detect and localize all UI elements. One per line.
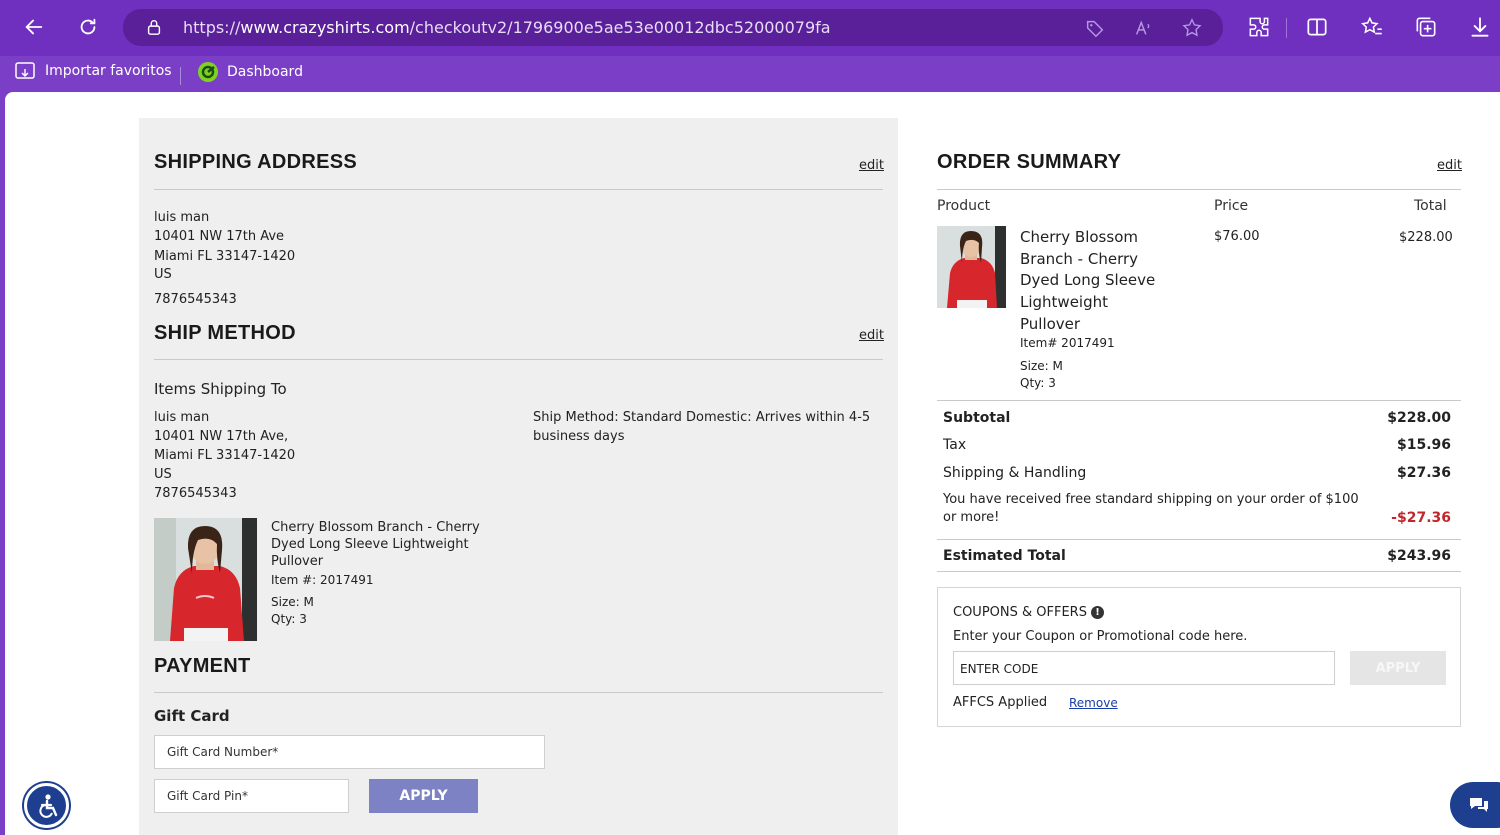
bookmarks-bar: Importar favoritos Dashboard [0, 56, 1500, 92]
gift-card-heading: Gift Card [154, 707, 230, 725]
ship-item-product-image [154, 518, 257, 641]
bookmark-label: Importar favoritos [45, 63, 172, 79]
ship-method-edit-link[interactable]: edit [859, 328, 884, 343]
ship-to-name: luis man [154, 410, 210, 425]
subtotal-value: $228.00 [1387, 410, 1451, 426]
toolbar-divider [1286, 18, 1287, 38]
checkout-details-panel: SHIPPING ADDRESS edit luis man 10401 NW … [139, 118, 898, 835]
summary-product-item-number: Item# 2017491 [1020, 336, 1115, 350]
info-icon[interactable]: ! [1090, 606, 1104, 619]
coupons-panel: COUPONS & OFFERS! Enter your Coupon or P… [937, 587, 1461, 727]
total-column-header: Total [1414, 198, 1447, 214]
divider [154, 189, 883, 190]
chat-button[interactable] [1450, 782, 1500, 828]
summary-product-image [937, 226, 1006, 308]
back-arrow-icon [25, 19, 43, 35]
shipping-address-edit-link[interactable]: edit [859, 158, 884, 173]
ship-item-name-line3: Pullover [271, 554, 324, 569]
gift-card-number-input[interactable]: Gift Card Number* [154, 735, 545, 769]
coupons-instruction: Enter your Coupon or Promotional code he… [953, 629, 1248, 644]
shipping-handling-label: Shipping & Handling [943, 465, 1087, 481]
divider [937, 539, 1461, 540]
page-viewport: SHIPPING ADDRESS edit luis man 10401 NW … [5, 92, 1500, 835]
items-shipping-to-heading: Items Shipping To [154, 380, 287, 398]
bookmark-divider [180, 67, 181, 85]
read-aloud-icon[interactable] [1133, 17, 1155, 39]
product-column-header: Product [937, 198, 991, 214]
url-text[interactable]: https://www.crazyshirts.com/checkoutv2/1… [183, 18, 831, 37]
shipping-name: luis man [154, 210, 210, 225]
ship-method-title: SHIP METHOD [154, 322, 296, 344]
ship-item-qty: Qty: 3 [271, 612, 307, 626]
ship-to-country: US [154, 467, 172, 482]
bookmark-dashboard[interactable]: Dashboard [197, 61, 303, 83]
accessibility-button[interactable] [24, 783, 69, 828]
free-shipping-discount: -$27.36 [1391, 510, 1451, 526]
summary-product-name-line5: Pullover [1020, 315, 1081, 333]
shipping-street: 10401 NW 17th Ave [154, 229, 285, 244]
ship-to-phone: 7876545343 [154, 486, 237, 501]
gift-card-pin-input[interactable]: Gift Card Pin* [154, 779, 349, 813]
refresh-icon [80, 18, 96, 35]
dashboard-logo-icon [198, 62, 218, 82]
divider [154, 692, 883, 693]
ship-method-description-cont: business days [533, 429, 625, 444]
lock-icon[interactable] [145, 18, 163, 36]
remove-coupon-link[interactable]: Remove [1069, 696, 1118, 710]
tag-icon[interactable] [1084, 17, 1106, 39]
accessibility-icon [38, 793, 57, 818]
ship-to-street: 10401 NW 17th Ave, [154, 429, 289, 444]
import-favorites-icon [15, 62, 35, 79]
free-shipping-message: You have received free standard shipping… [943, 492, 1359, 507]
collections-icon[interactable] [1413, 14, 1439, 40]
coupons-title: COUPONS & OFFERS! [953, 603, 1104, 622]
tax-label: Tax [943, 437, 967, 453]
extensions-icon[interactable] [1246, 14, 1272, 40]
coupon-apply-button[interactable]: APPLY [1350, 651, 1446, 685]
price-column-header: Price [1214, 198, 1249, 214]
estimated-total-label: Estimated Total [943, 548, 1066, 564]
subtotal-label: Subtotal [943, 410, 1011, 426]
summary-product-name: Cherry Blossom [1020, 228, 1138, 246]
shipping-city: Miami FL 33147-1420 [154, 249, 296, 264]
summary-product-price: $76.00 [1214, 229, 1260, 244]
address-bar[interactable]: https://www.crazyshirts.com/checkoutv2/1… [123, 9, 1223, 46]
chat-icon [1470, 798, 1488, 812]
divider [937, 189, 1461, 190]
coupons-title-text: COUPONS & OFFERS [953, 605, 1087, 620]
divider [937, 571, 1461, 572]
applied-coupon-text: AFFCS Applied [953, 695, 1048, 710]
summary-product-name-line4: Lightweight [1020, 293, 1109, 311]
estimated-total-value: $243.96 [1387, 548, 1451, 564]
shipping-address-title: SHIPPING ADDRESS [154, 151, 357, 173]
tax-value: $15.96 [1396, 437, 1451, 453]
ship-method-description: Ship Method: Standard Domestic: Arrives … [533, 410, 871, 425]
bookmark-label: Dashboard [227, 64, 303, 80]
gift-card-apply-button[interactable]: APPLY [369, 779, 478, 813]
shipping-phone: 7876545343 [154, 292, 237, 307]
free-shipping-message-cont: or more! [943, 510, 1000, 525]
download-icon[interactable] [1467, 14, 1493, 40]
summary-product-qty: Qty: 3 [1020, 376, 1056, 390]
back-button[interactable] [17, 10, 51, 44]
order-summary-edit-link[interactable]: edit [1437, 158, 1462, 173]
split-screen-icon[interactable] [1304, 14, 1330, 40]
divider [154, 359, 883, 360]
coupon-code-input[interactable]: ENTER CODE [953, 651, 1335, 685]
divider [937, 400, 1461, 401]
order-summary-title: ORDER SUMMARY [937, 151, 1122, 173]
summary-product-name-line3: Dyed Long Sleeve [1020, 271, 1156, 289]
shipping-handling-value: $27.36 [1396, 465, 1451, 481]
ship-to-city: Miami FL 33147-1420 [154, 448, 296, 463]
summary-product-name-line2: Branch - Cherry [1020, 250, 1139, 268]
favorite-star-icon[interactable] [1181, 17, 1203, 39]
payment-title: PAYMENT [154, 655, 251, 677]
ship-item-number: Item #: 2017491 [271, 573, 374, 587]
summary-product-total: $228.00 [1399, 230, 1453, 245]
refresh-button[interactable] [71, 10, 105, 44]
shipping-country: US [154, 267, 172, 282]
bookmark-import-favorites[interactable]: Importar favoritos [15, 61, 172, 81]
favorites-icon[interactable] [1359, 14, 1385, 40]
browser-toolbar: https://www.crazyshirts.com/checkoutv2/1… [0, 0, 1500, 56]
